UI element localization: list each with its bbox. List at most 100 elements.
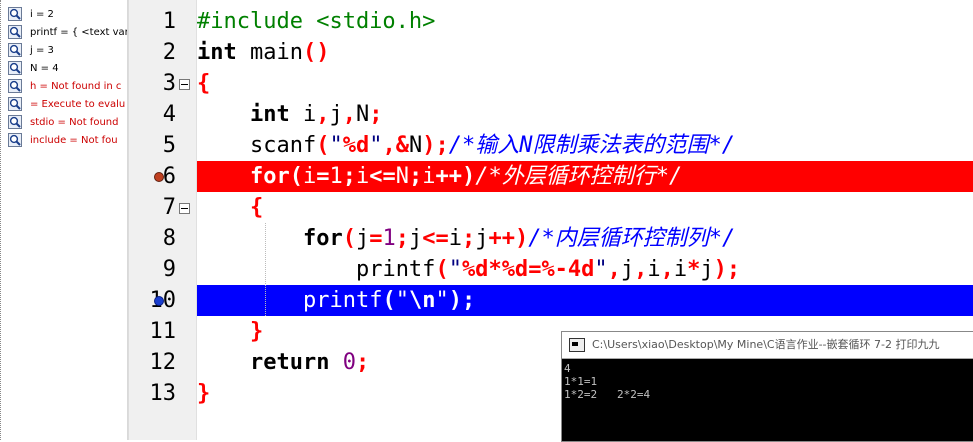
line-number[interactable]: 11	[136, 316, 177, 347]
operator: ,	[660, 257, 674, 282]
fold-collapse-icon[interactable]	[179, 79, 190, 90]
code-line-1: #include <stdio.h>	[197, 6, 973, 37]
brace: }	[197, 381, 211, 406]
operator: ;	[461, 226, 476, 251]
function-name: printf	[302, 288, 383, 313]
identifier: i	[647, 257, 661, 282]
operator: ++	[435, 164, 462, 189]
line-number[interactable]: 8	[136, 223, 176, 254]
operator: *	[687, 257, 701, 282]
operator: (	[316, 133, 330, 158]
code-line-8: for(j=1;j<=i;j++)/*内层循环控制列*/	[197, 223, 973, 254]
operator: );	[422, 133, 449, 158]
operator: ,	[316, 102, 330, 127]
line-number[interactable]: 2	[136, 37, 176, 68]
watch-item-text: N = 4	[30, 63, 59, 74]
breakpoint-icon[interactable]	[154, 172, 164, 182]
code-line-10-current: printf("\n");	[197, 285, 973, 316]
brace: {	[197, 71, 211, 96]
watch-panel: i = 2 printf = { <text vari j = 3 N = 4 h = …	[0, 0, 128, 440]
watch-item-text: stdio = Not found	[30, 117, 119, 128]
brace: {	[249, 195, 264, 220]
watch-item-text: h = Not found in c	[30, 81, 122, 92]
function-name: main	[236, 40, 303, 65]
code-line-6-breakpoint: for(i=1;i<=N;i++)/*外层循环控制行*/	[197, 161, 973, 192]
operator: ;	[395, 226, 409, 251]
identifier: N	[408, 133, 423, 158]
line-number[interactable]: 7	[136, 192, 176, 223]
brace: }	[249, 319, 264, 344]
fold-collapse-icon[interactable]	[179, 203, 190, 214]
string-text: =	[528, 257, 542, 282]
keyword: for	[249, 164, 290, 189]
escape-sequence: \n	[408, 288, 436, 313]
watch-tree-line	[0, 0, 7, 440]
number: 1	[382, 226, 396, 251]
operator: ;	[355, 350, 370, 375]
identifier: j	[408, 226, 423, 251]
identifier: i	[289, 102, 317, 127]
code-line-7: {	[197, 192, 973, 223]
string: "	[369, 133, 383, 158]
magnifier-icon	[8, 115, 22, 129]
parentheses: ()	[302, 40, 330, 65]
operator: (	[382, 288, 396, 313]
operator: (	[435, 257, 449, 282]
code-line-3: {	[197, 68, 973, 99]
operator: );	[713, 257, 741, 282]
code-line-9: printf("%d*%d=%-4d",j,i,i*j);	[197, 254, 973, 285]
operator: <=	[369, 164, 396, 189]
line-number[interactable]: 3	[136, 68, 176, 99]
magnifier-icon	[8, 43, 22, 57]
magnifier-icon	[8, 61, 22, 75]
operator: ;	[369, 102, 383, 127]
operator: )	[514, 226, 529, 251]
watch-item-text: = Execute to evalu	[30, 99, 126, 110]
line-number[interactable]: 12	[136, 347, 177, 378]
identifier: i	[302, 164, 317, 189]
operator: ;	[342, 164, 356, 189]
identifier: i	[448, 226, 462, 251]
string: "	[448, 257, 462, 282]
line-number[interactable]: 5	[136, 130, 176, 161]
format-specifier: %d	[501, 257, 529, 282]
console-title-bar[interactable]: C:\Users\xiao\Desktop\My Mine\C语言作业--嵌套循…	[562, 332, 973, 359]
watch-item-text: j = 3	[30, 45, 54, 56]
line-number[interactable]: 1	[136, 6, 176, 37]
keyword: return	[249, 350, 330, 375]
line-number[interactable]: 4	[136, 99, 176, 130]
magnifier-icon	[8, 25, 22, 39]
format-specifier: %d	[461, 257, 489, 282]
operator: (	[289, 164, 303, 189]
identifier: i	[673, 257, 688, 282]
identifier: j	[620, 257, 635, 282]
identifier: i	[355, 164, 370, 189]
string-text: *	[488, 257, 502, 282]
watch-item-text: printf = { <text vari	[30, 27, 128, 38]
line-number[interactable]: 13	[136, 378, 177, 409]
string: "	[435, 288, 449, 313]
operator: ++	[488, 226, 515, 251]
identifier: j	[475, 226, 489, 251]
format-specifier: %-4d	[541, 257, 595, 282]
watch-item-text: i = 2	[30, 9, 54, 20]
identifier: j	[700, 257, 714, 282]
operator: =	[316, 164, 330, 189]
operator: <=	[422, 226, 449, 251]
number: 0	[329, 350, 356, 375]
function-name: printf	[355, 257, 436, 282]
line-number[interactable]: 9	[136, 254, 176, 285]
string: "	[395, 288, 409, 313]
code-line-4: int i,j,N;	[197, 99, 973, 130]
console-window-icon	[569, 338, 585, 352]
magnifier-icon	[8, 79, 22, 93]
string: "	[594, 257, 608, 282]
string: "	[329, 133, 343, 158]
operator: &	[395, 133, 409, 158]
operator: ,	[342, 102, 356, 127]
console-window[interactable]: C:\Users\xiao\Desktop\My Mine\C语言作业--嵌套循…	[561, 331, 973, 442]
magnifier-icon	[8, 7, 22, 21]
line-number-gutter: 12345678910111213	[136, 0, 197, 440]
identifier: i	[422, 164, 436, 189]
identifier: j	[355, 226, 370, 251]
